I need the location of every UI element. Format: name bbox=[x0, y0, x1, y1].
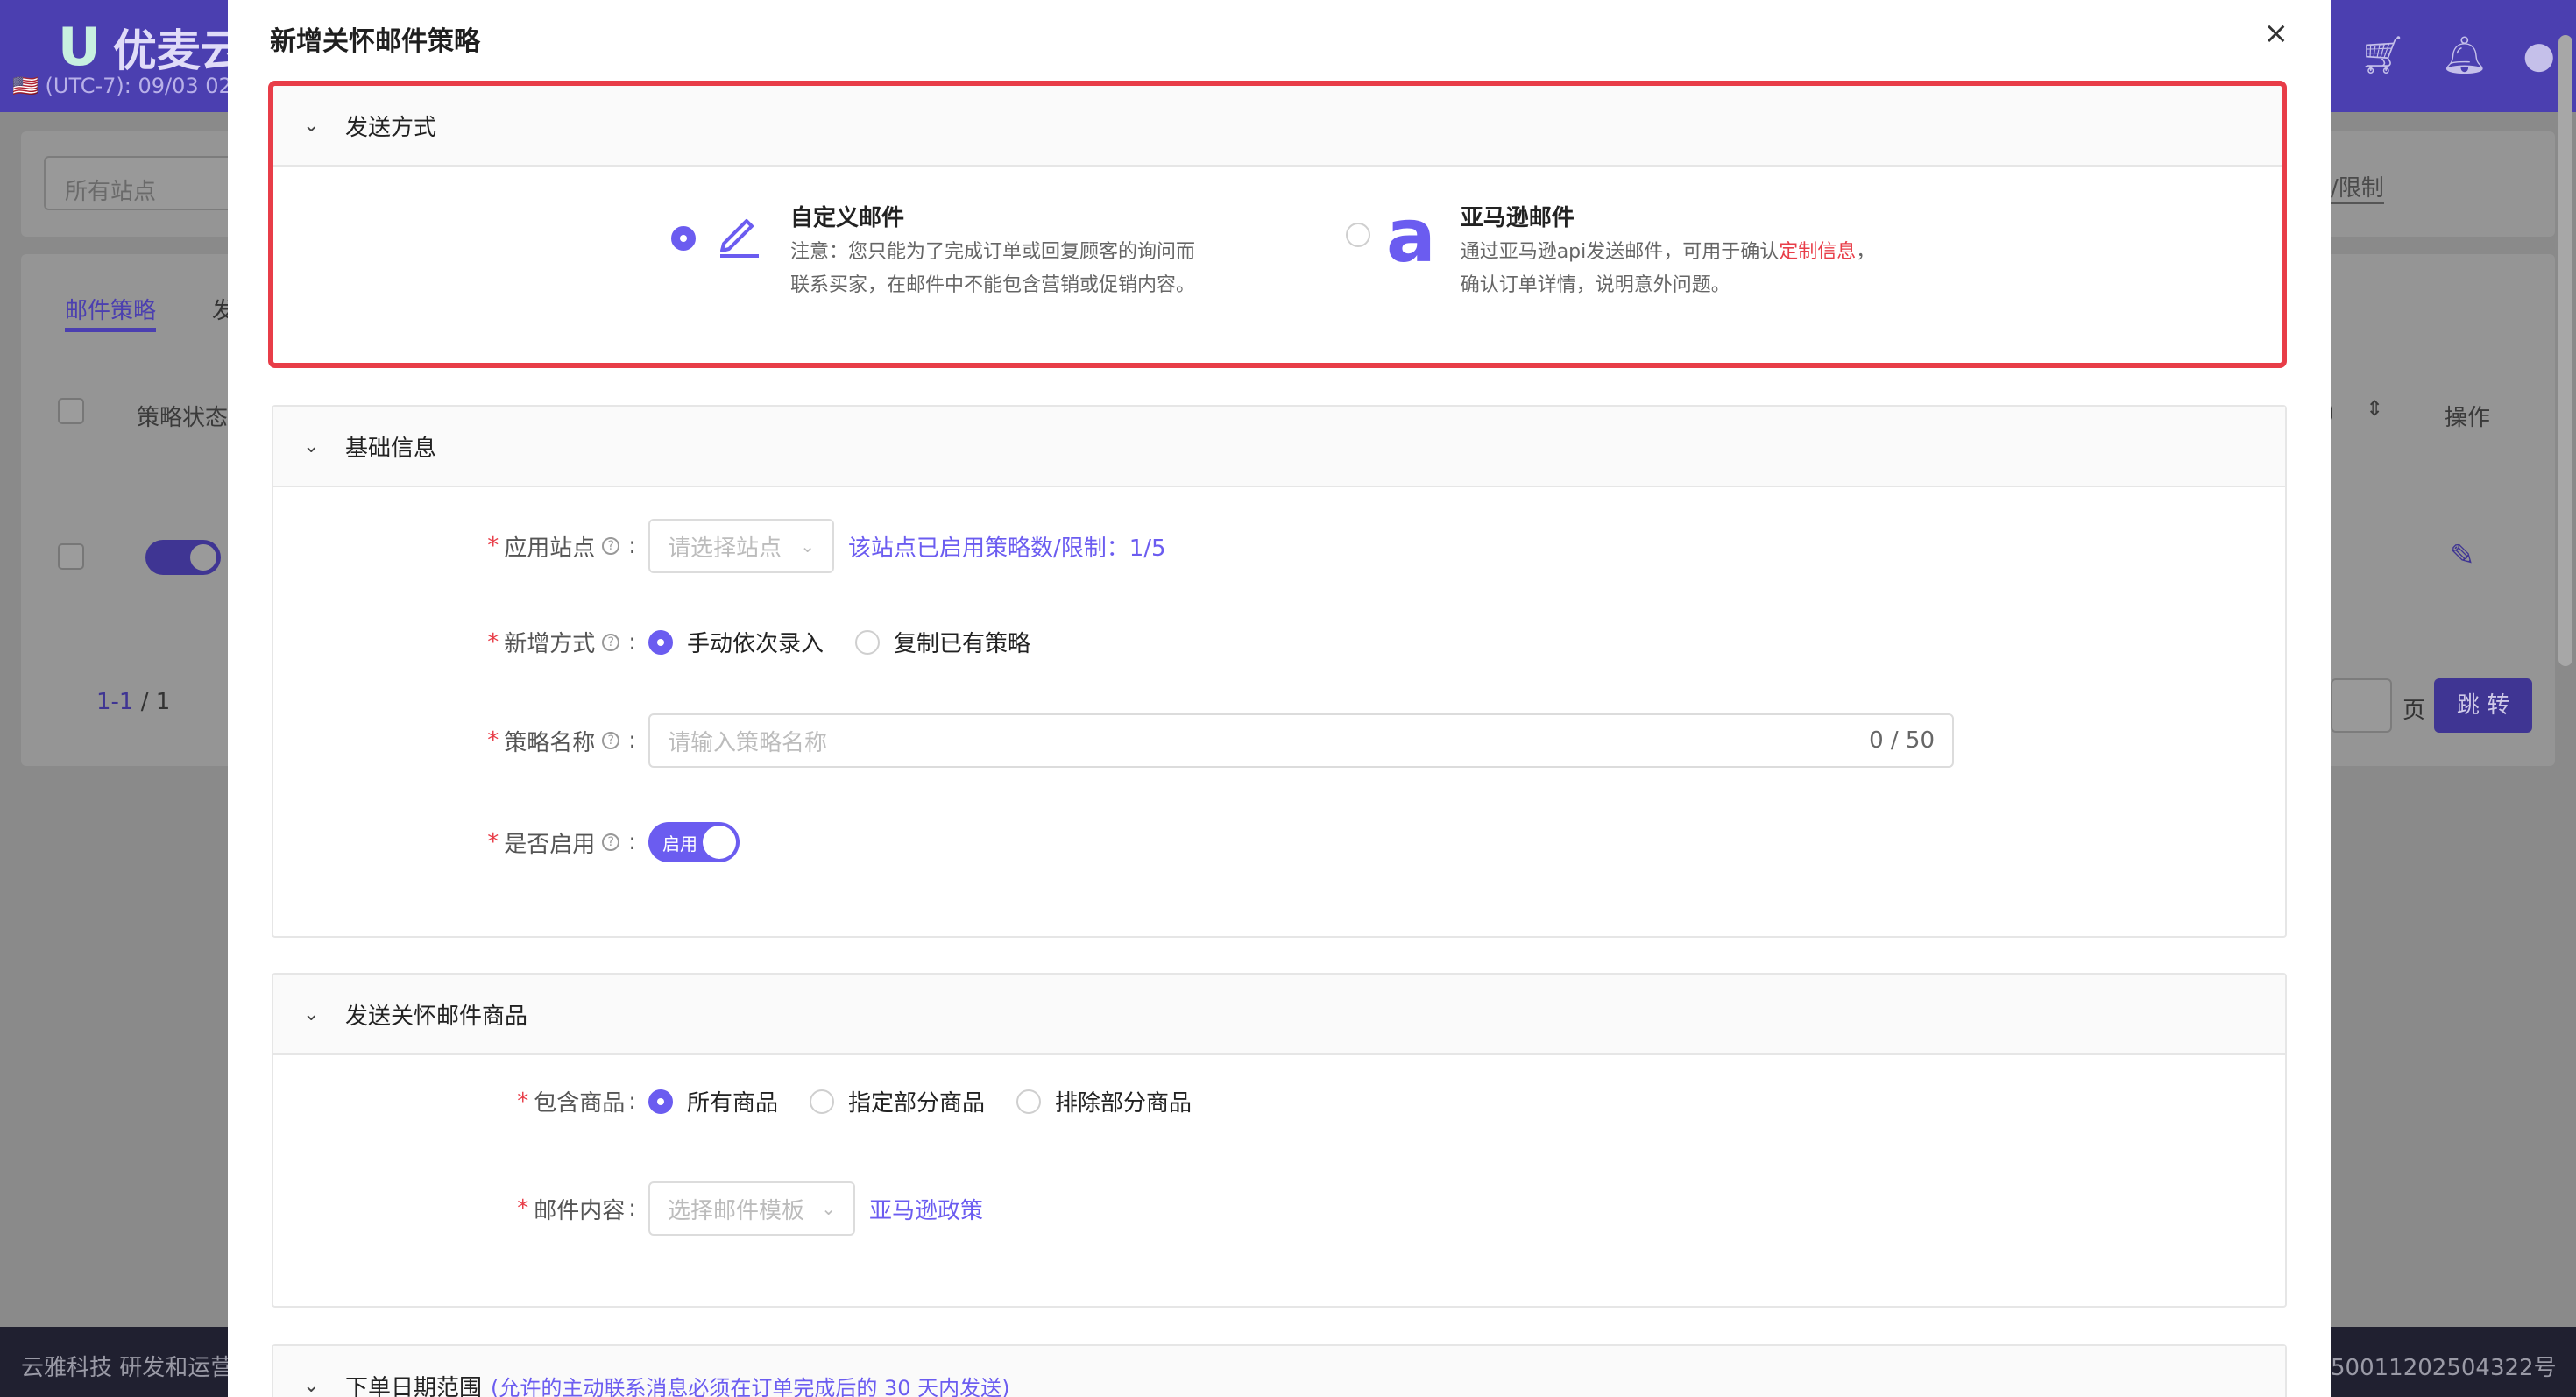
row-add-mode: * 新增方式?: 手动依次录入 复制已有策略 bbox=[273, 626, 1062, 658]
section-basic-info: ⌄ 基础信息 * 应用站点?: 请选择站点 ⌄ 该站点已启用策略数/限制：1/5 *… bbox=[272, 405, 2287, 938]
section-title: 发送方式 bbox=[345, 114, 437, 141]
radio-icon[interactable] bbox=[648, 1089, 673, 1114]
custom-mail-desc: 注意：您只能为了完成订单或回复顾客的询问而 联系买家，在邮件中不能包含营销或促销… bbox=[790, 241, 1196, 296]
enabled-switch[interactable]: 启用 bbox=[648, 822, 740, 862]
row-edit-icon[interactable]: ✎ bbox=[2450, 538, 2475, 573]
amazon-mail-title: 亚马逊邮件 bbox=[1460, 205, 1575, 231]
row-include-products: * 包含商品: 所有商品 指定部分商品 排除部分商品 bbox=[273, 1085, 1223, 1117]
section-title: 发送关怀邮件商品 bbox=[345, 1003, 528, 1030]
include-options: 所有商品 指定部分商品 排除部分商品 bbox=[648, 1085, 1223, 1117]
custom-mail-text: 自定义邮件 注意：您只能为了完成订单或回复顾客的询问而 联系买家，在邮件中不能包… bbox=[790, 200, 1195, 302]
site-select[interactable]: 请选择站点 ⌄ bbox=[648, 519, 834, 573]
row-mail-content: * 邮件内容: 选择邮件模板 ⌄ 亚马逊政策 bbox=[273, 1181, 983, 1236]
pagination-summary: 1-1 / 1 bbox=[96, 689, 171, 715]
include-all[interactable]: 所有商品 bbox=[648, 1085, 778, 1117]
section-header-date-range[interactable]: ⌄ 下单日期范围 (允许的主动联系消息必须在订单完成后的 30 天内发送) bbox=[273, 1346, 2285, 1397]
add-mode-label: * 新增方式?: bbox=[487, 628, 636, 658]
row-enabled: * 是否启用?: 启用 bbox=[273, 822, 740, 862]
footer-right-text: 50011202504322号 bbox=[2331, 1355, 2557, 1381]
custom-info-link[interactable]: 定制信息 bbox=[1779, 241, 1856, 263]
section-date-range: ⌄ 下单日期范围 (允许的主动联系消息必须在订单完成后的 30 天内发送) bbox=[272, 1344, 2287, 1397]
help-icon[interactable]: ? bbox=[602, 537, 620, 555]
bell-icon[interactable]: 🔔︎ bbox=[2441, 33, 2488, 77]
logo-text: 优麦云 bbox=[112, 25, 244, 76]
strategy-name-label: * 策略名称?: bbox=[487, 727, 636, 756]
include-some[interactable]: 指定部分商品 bbox=[810, 1085, 985, 1117]
tab-active-indicator bbox=[65, 328, 156, 332]
chevron-down-icon: ⌄ bbox=[303, 114, 320, 137]
site-strategy-limit: 该站点已启用策略数/限制：1/5 bbox=[848, 535, 1166, 562]
add-mode-options: 手动依次录入 复制已有策略 bbox=[648, 626, 1062, 658]
row-strategy-name: * 策略名称?: 请输入策略名称 0 / 50 bbox=[273, 713, 1954, 768]
row-site: * 应用站点?: 请选择站点 ⌄ 该站点已启用策略数/限制：1/5 bbox=[273, 519, 1166, 573]
help-icon[interactable]: ? bbox=[602, 633, 620, 651]
chevron-down-icon: ⌄ bbox=[303, 435, 320, 457]
page-jump-input[interactable] bbox=[2331, 678, 2392, 733]
chevron-down-icon: ⌄ bbox=[303, 1003, 320, 1025]
app-logo: U 优麦云 bbox=[58, 16, 244, 79]
mail-content-label: * 邮件内容: bbox=[517, 1195, 636, 1224]
char-counter: 0 / 50 bbox=[1869, 727, 1935, 754]
radio-icon[interactable] bbox=[810, 1089, 835, 1114]
logo-mark-icon: U bbox=[58, 17, 101, 78]
limit-link[interactable]: /限制 bbox=[2331, 170, 2384, 204]
amazon-mail-radio[interactable] bbox=[1346, 223, 1370, 247]
section-header-products[interactable]: ⌄ 发送关怀邮件商品 bbox=[273, 975, 2285, 1055]
custom-mail-title: 自定义邮件 bbox=[790, 205, 905, 231]
tab-mail-strategy[interactable]: 邮件策略 bbox=[65, 293, 156, 325]
amazon-policy-link[interactable]: 亚马逊政策 bbox=[869, 1193, 983, 1225]
method-custom-mail[interactable]: 自定义邮件 注意：您只能为了完成订单或回复顾客的询问而 联系买家，在邮件中不能包… bbox=[671, 200, 1195, 302]
exclude-some[interactable]: 排除部分商品 bbox=[1016, 1085, 1192, 1117]
amazon-logo-icon: a bbox=[1386, 193, 1436, 279]
modal-title: 新增关怀邮件策略 bbox=[270, 26, 480, 57]
avatar[interactable]: ● bbox=[2523, 33, 2555, 77]
section-header-basic-info[interactable]: ⌄ 基础信息 bbox=[273, 407, 2285, 487]
pen-icon bbox=[720, 219, 759, 258]
section-title: 下单日期范围 bbox=[345, 1374, 483, 1397]
mail-template-select[interactable]: 选择邮件模板 ⌄ bbox=[648, 1181, 855, 1236]
col-header-status: 策略状态 bbox=[137, 405, 229, 431]
header-icons: ▭ 🛒︎ 🔔︎ ● bbox=[2289, 33, 2576, 77]
chevron-down-icon: ⌄ bbox=[800, 535, 815, 557]
section-send-method: ⌄ 发送方式 自定义邮件 注意：您只能为了完成订单或回复顾客的询问而 联系买家，… bbox=[272, 84, 2287, 365]
custom-mail-radio[interactable] bbox=[671, 226, 696, 251]
help-icon[interactable]: ? bbox=[602, 732, 620, 749]
amazon-mail-text: 亚马逊邮件 通过亚马逊api发送邮件，可用于确认定制信息， 确认订单详情，说明意… bbox=[1461, 200, 1876, 302]
section-header-send-method[interactable]: ⌄ 发送方式 bbox=[273, 86, 2285, 167]
add-mode-manual[interactable]: 手动依次录入 bbox=[648, 626, 824, 658]
date-range-note: (允许的主动联系消息必须在订单完成后的 30 天内发送) bbox=[491, 1375, 1010, 1397]
strategy-name-input[interactable]: 请输入策略名称 0 / 50 bbox=[648, 713, 1954, 768]
select-all-checkbox[interactable] bbox=[58, 398, 84, 424]
new-strategy-modal: 新增关怀邮件策略 × ⌄ 发送方式 自定义邮件 注意：您只能为了完成订单或回复顾… bbox=[228, 0, 2331, 1397]
close-icon[interactable]: × bbox=[2264, 16, 2289, 51]
row-status-toggle[interactable] bbox=[145, 540, 221, 575]
help-icon[interactable]: ? bbox=[602, 833, 620, 851]
section-title: 基础信息 bbox=[345, 435, 437, 462]
chevron-down-icon: ⌄ bbox=[821, 1198, 836, 1219]
timezone-clock: 🇺🇸 (UTC-7): 09/03 02 bbox=[12, 74, 232, 98]
page-scrollbar[interactable] bbox=[2558, 35, 2572, 666]
footer-left-text: 云雅科技 研发和运营 bbox=[21, 1355, 234, 1381]
page-jump-button[interactable]: 跳 转 bbox=[2434, 678, 2532, 733]
radio-icon[interactable] bbox=[1016, 1089, 1042, 1114]
radio-icon[interactable] bbox=[855, 629, 881, 655]
section-products: ⌄ 发送关怀邮件商品 * 包含商品: 所有商品 指定部分商品 排除部分商品 * 邮件… bbox=[272, 973, 2287, 1308]
row-checkbox[interactable] bbox=[58, 543, 84, 570]
chevron-down-icon: ⌄ bbox=[303, 1374, 320, 1397]
cart-icon[interactable]: 🛒︎ bbox=[2360, 33, 2406, 77]
enabled-label: * 是否启用?: bbox=[487, 829, 636, 858]
col-header-action: 操作 bbox=[2445, 405, 2491, 431]
amazon-mail-desc: 通过亚马逊api发送邮件，可用于确认定制信息， 确认订单详情，说明意外问题。 bbox=[1460, 241, 1876, 296]
page-label: 页 bbox=[2403, 698, 2426, 724]
radio-icon[interactable] bbox=[648, 629, 673, 655]
add-mode-copy[interactable]: 复制已有策略 bbox=[855, 626, 1030, 658]
include-products-label: * 包含商品: bbox=[517, 1088, 636, 1117]
method-amazon-mail[interactable]: a 亚马逊邮件 通过亚马逊api发送邮件，可用于确认定制信息， 确认订单详情，说… bbox=[1346, 193, 1876, 302]
site-label: * 应用站点?: bbox=[487, 533, 636, 562]
site-filter[interactable]: 所有站点 bbox=[44, 156, 245, 210]
sort-icon[interactable]: ⇕ bbox=[2366, 396, 2383, 421]
